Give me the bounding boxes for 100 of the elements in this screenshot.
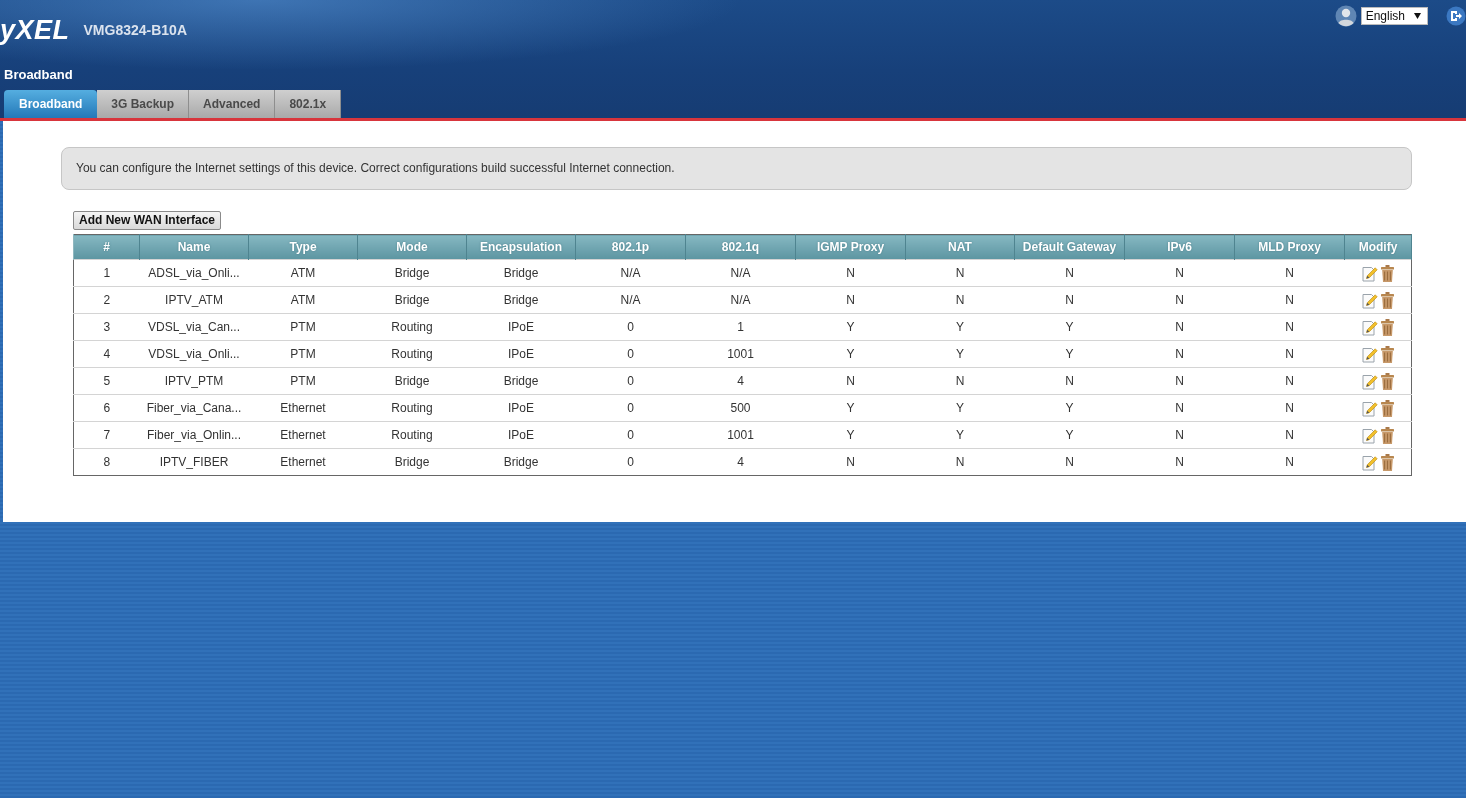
table-cell: N xyxy=(1124,259,1235,287)
tab[interactable]: 3G Backup xyxy=(97,90,190,118)
edit-icon[interactable] xyxy=(1361,319,1378,336)
table-cell: IPTV_PTM xyxy=(139,367,249,395)
column-header: # xyxy=(73,234,140,260)
column-header: Type xyxy=(248,234,358,260)
table-cell: N xyxy=(1234,340,1345,368)
table-cell: 1 xyxy=(685,313,796,341)
trash-icon[interactable] xyxy=(1380,292,1394,310)
table-cell: Bridge xyxy=(357,259,467,287)
trash-icon[interactable] xyxy=(1380,427,1394,445)
table-cell: N xyxy=(1124,367,1235,395)
column-header: Encapsulation xyxy=(466,234,576,260)
column-header: NAT xyxy=(905,234,1015,260)
table-cell: Fiber_via_Cana... xyxy=(139,394,249,422)
table-cell: N xyxy=(795,286,906,314)
table-cell: VDSL_via_Can... xyxy=(139,313,249,341)
table-cell: PTM xyxy=(248,313,358,341)
table-cell: PTM xyxy=(248,340,358,368)
table-cell: N xyxy=(905,259,1015,287)
table-cell: 7 xyxy=(73,421,140,449)
trash-icon[interactable] xyxy=(1380,373,1394,391)
tab[interactable]: Broadband xyxy=(4,90,98,118)
user-avatar-icon xyxy=(1334,5,1357,27)
table-cell: Fiber_via_Onlin... xyxy=(139,421,249,449)
edit-icon[interactable] xyxy=(1361,265,1378,282)
table-cell: Bridge xyxy=(357,367,467,395)
table-cell: ATM xyxy=(248,286,358,314)
trash-icon[interactable] xyxy=(1380,454,1394,472)
table-cell: Y xyxy=(1014,340,1125,368)
table-cell: N/A xyxy=(685,259,796,287)
info-notice: You can configure the Internet settings of this device. Correct configurations build successful Internet connection. xyxy=(61,147,1412,190)
table-cell: Y xyxy=(795,421,906,449)
add-wan-interface-button[interactable]: Add New WAN Interface xyxy=(73,211,222,230)
table-cell: VDSL_via_Onli... xyxy=(139,340,249,368)
table-cell: 5 xyxy=(73,367,140,395)
tab[interactable]: Advanced xyxy=(189,90,276,118)
table-cell: Y xyxy=(905,394,1015,422)
table-cell: N xyxy=(1124,340,1235,368)
column-header: 802.1p xyxy=(575,234,686,260)
trash-icon[interactable] xyxy=(1380,346,1394,364)
table-cell: IPTV_FIBER xyxy=(139,448,249,476)
table-cell: Y xyxy=(1014,313,1125,341)
table-cell: N xyxy=(1014,448,1125,476)
language-select[interactable]: English xyxy=(1360,7,1428,25)
edit-icon[interactable] xyxy=(1361,454,1378,471)
table-cell: IPoE xyxy=(466,313,576,341)
table-cell: Y xyxy=(905,313,1015,341)
table-cell: 0 xyxy=(575,340,686,368)
table-cell: N xyxy=(905,286,1015,314)
table-cell: 1 xyxy=(73,259,140,287)
edit-icon[interactable] xyxy=(1361,427,1378,444)
table-cell: Ethernet xyxy=(248,448,358,476)
edit-icon[interactable] xyxy=(1361,400,1378,417)
tab[interactable]: 802.1x xyxy=(275,90,342,118)
table-cell: N xyxy=(1124,448,1235,476)
trash-icon[interactable] xyxy=(1380,400,1394,418)
table-cell: IPoE xyxy=(466,394,576,422)
table-cell: ATM xyxy=(248,259,358,287)
table-cell: Bridge xyxy=(466,448,576,476)
table-cell: 0 xyxy=(575,313,686,341)
table-cell: 0 xyxy=(575,421,686,449)
table-cell: 3 xyxy=(73,313,140,341)
table-cell: Y xyxy=(1014,394,1125,422)
column-header: 802.1q xyxy=(685,234,796,260)
table-cell: Routing xyxy=(357,394,467,422)
table-cell: N xyxy=(1234,448,1345,476)
edit-icon[interactable] xyxy=(1361,373,1378,390)
edit-icon[interactable] xyxy=(1361,346,1378,363)
column-header: Name xyxy=(139,234,249,260)
table-cell: Bridge xyxy=(357,286,467,314)
table-cell: 0 xyxy=(575,448,686,476)
table-cell: N xyxy=(1234,394,1345,422)
table-cell: Routing xyxy=(357,421,467,449)
logout-icon[interactable] xyxy=(1446,6,1466,26)
table-cell: N xyxy=(795,367,906,395)
table-cell: N xyxy=(1014,286,1125,314)
column-header: MLD Proxy xyxy=(1234,234,1345,260)
table-cell: N xyxy=(1234,421,1345,449)
table-cell: N/A xyxy=(575,286,686,314)
trash-icon[interactable] xyxy=(1380,319,1394,337)
table-cell: N xyxy=(1124,286,1235,314)
table-cell: N xyxy=(1014,367,1125,395)
table-cell: N xyxy=(1124,313,1235,341)
trash-icon[interactable] xyxy=(1380,265,1394,283)
table-cell: Bridge xyxy=(466,259,576,287)
table-cell: Y xyxy=(795,394,906,422)
table-cell: N xyxy=(1234,259,1345,287)
edit-icon[interactable] xyxy=(1361,292,1378,309)
column-header: IPv6 xyxy=(1124,234,1235,260)
table-cell: Ethernet xyxy=(248,421,358,449)
table-cell: N/A xyxy=(575,259,686,287)
column-header: IGMP Proxy xyxy=(795,234,906,260)
table-cell: 1001 xyxy=(685,340,796,368)
page-title: Broadband xyxy=(4,67,73,82)
table-cell: Ethernet xyxy=(248,394,358,422)
table-cell: N xyxy=(905,448,1015,476)
table-cell: Y xyxy=(905,421,1015,449)
table-cell: Routing xyxy=(357,313,467,341)
table-cell: Bridge xyxy=(466,286,576,314)
